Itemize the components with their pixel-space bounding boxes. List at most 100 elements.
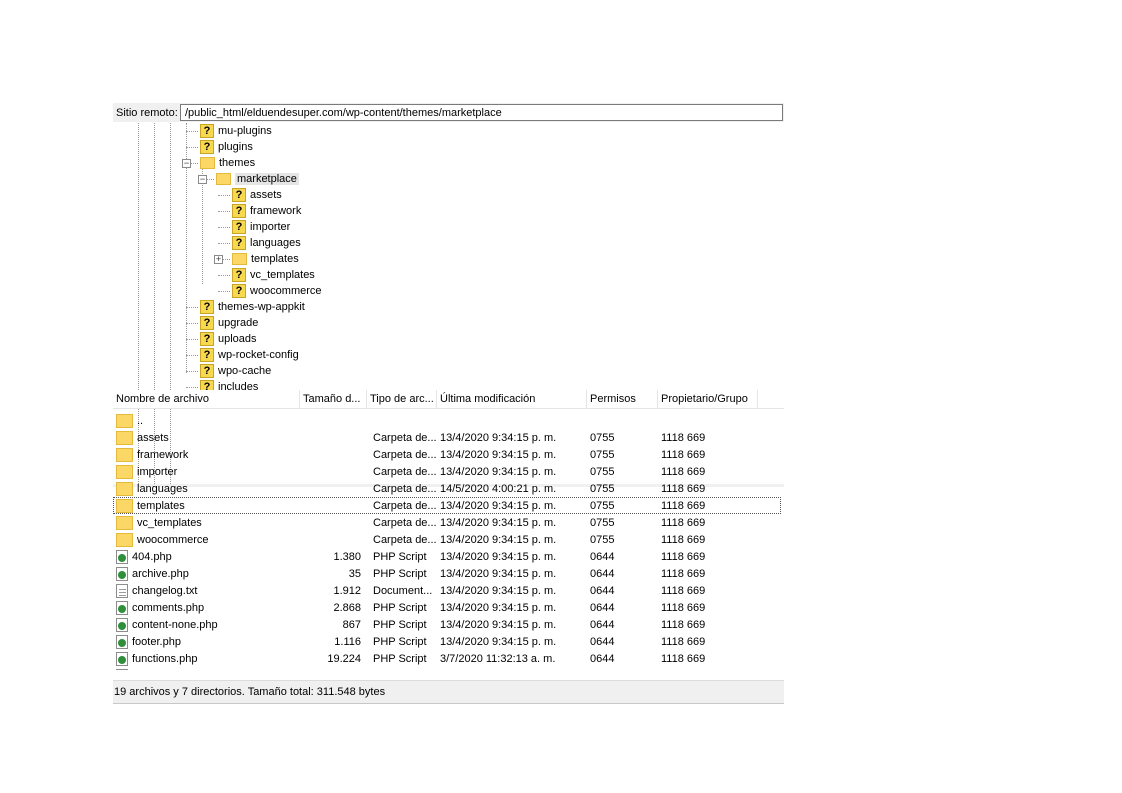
file-size: 1.116 (334, 635, 361, 648)
tree-item-wp-rocket-config[interactable]: ? wp-rocket-config (200, 347, 299, 363)
question-folder-icon: ? (232, 204, 246, 218)
file-modified: 13/4/2020 9:34:15 p. m. (440, 567, 557, 580)
tree-item-upgrade[interactable]: ? upgrade (200, 315, 258, 331)
file-owner: 1118 669 (661, 533, 706, 546)
php-file-icon (116, 566, 128, 581)
file-row-woocommerce[interactable]: woocommerce Carpeta de... 13/4/2020 9:34:1… (113, 531, 784, 548)
column-permissions-header[interactable]: Permisos (587, 390, 658, 408)
file-name: importer (137, 465, 178, 478)
column-size-header[interactable]: Tamaño d... (300, 390, 367, 408)
php-file-icon (116, 668, 128, 670)
file-row-footer-php[interactable]: footer.php 1.116 PHP Script 13/4/2020 9:34:… (113, 633, 784, 650)
file-owner: 1118 669 (661, 567, 706, 580)
file-list-rows: .. assets Carpeta de... 13/4/2020 9:34:15 p… (113, 412, 784, 670)
tree-item-assets[interactable]: ? assets (232, 187, 282, 203)
file-modified: 13/4/2020 9:34:15 p. m. (440, 601, 557, 614)
file-row-comments-php[interactable]: comments.php 2.868 PHP Script 13/4/2020 9:3… (113, 599, 784, 616)
file-permissions: 0644 (590, 618, 615, 631)
tree-item-label: themes (219, 157, 256, 169)
question-folder-icon: ? (200, 364, 214, 378)
file-modified: 13/4/2020 9:34:15 p. m. (440, 499, 557, 512)
file-modified: 14/5/2020 4:00:21 p. m. (440, 482, 557, 495)
remote-site-bar: Sitio remoto: /public_html/elduendesuper… (113, 103, 784, 122)
file-row-functions-php[interactable]: functions.php 19.224 PHP Script 3/7/2020 11… (113, 650, 784, 667)
file-owner: 1118 669 (661, 652, 706, 665)
php-file-icon (116, 634, 128, 649)
sort-ascending-icon: ^ (201, 390, 205, 393)
tree-expander-templates[interactable]: + (214, 255, 223, 264)
file-type: PHP Script (373, 550, 427, 563)
file-name-cell: .. (113, 413, 300, 428)
file-row-archive-php[interactable]: archive.php 35 PHP Script 13/4/2020 9:34:15… (113, 565, 784, 582)
question-folder-icon: ? (200, 348, 214, 362)
file-owner: 1118 669 (661, 431, 706, 444)
file-row-changelog-txt[interactable]: changelog.txt 1.912 Document... 13/4/2020 9… (113, 582, 784, 599)
tree-item-woocommerce[interactable]: ? woocommerce (232, 283, 322, 299)
tree-item-uploads[interactable]: ? uploads (200, 331, 257, 347)
file-modified: 13/4/2020 9:34:15 p. m. (440, 618, 557, 631)
tree-item-themes[interactable]: themes (200, 155, 255, 171)
file-row-vc-templates[interactable]: vc_templates Carpeta de... 13/4/2020 9:34:… (113, 514, 784, 531)
file-owner: 1118 669 (658, 670, 758, 671)
column-filename-header[interactable]: Nombre de archivo^ (113, 390, 300, 408)
folder-icon (116, 481, 133, 496)
file-name-cell: content-none.php (113, 617, 300, 632)
question-folder-icon: ? (200, 140, 214, 154)
tree-item-mu-plugins[interactable]: ? mu-plugins (200, 123, 272, 139)
folder-icon (116, 447, 133, 462)
tree-expander-themes[interactable]: − (182, 159, 191, 168)
file-modified: 13/4/2020 9:34:15 p. m. (440, 465, 557, 478)
file-type: PHP Script (373, 635, 427, 648)
file-row-header-php[interactable]: header.php 1.580PHP Script8/6/2020 8:39:0… (113, 667, 784, 670)
tree-item-vc-templates[interactable]: ? vc_templates (232, 267, 315, 283)
file-row-importer[interactable]: importer Carpeta de... 13/4/2020 9:34:15 p… (113, 463, 784, 480)
question-folder-icon: ? (232, 188, 246, 202)
file-owner: 1118 669 (661, 618, 706, 631)
php-file-icon (116, 617, 128, 632)
remote-site-label: Sitio remoto: (116, 106, 178, 119)
file-row-templates[interactable]: templates Carpeta de... 13/4/2020 9:34:15 … (113, 497, 781, 514)
file-row-content-none-php[interactable]: content-none.php 867 PHP Script 13/4/2020 9… (113, 616, 784, 633)
tree-item-languages[interactable]: ? languages (232, 235, 301, 251)
question-folder-icon: ? (232, 220, 246, 234)
file-name-cell: vc_templates (113, 515, 300, 530)
tree-expander-marketplace[interactable]: − (198, 175, 207, 184)
tree-item-framework[interactable]: ? framework (232, 203, 301, 219)
file-permissions: 0644 (590, 635, 615, 648)
file-modified: 8/6/2020 8:39:00 p. m. (437, 670, 587, 671)
column-modified-header[interactable]: Última modificación (437, 390, 587, 408)
file-type: PHP Script (373, 601, 427, 614)
file-size: 35 (348, 567, 361, 580)
file-owner: 1118 669 (661, 499, 706, 512)
file-name: languages (137, 482, 188, 495)
file-name-cell: assets (113, 430, 300, 445)
tree-item-importer[interactable]: ? importer (232, 219, 290, 235)
file-name-cell: header.php (113, 668, 300, 670)
file-name-cell: comments.php (113, 600, 300, 615)
file-owner: 1118 669 (661, 465, 706, 478)
file-owner: 1118 669 (661, 516, 706, 529)
tree-item-templates[interactable]: templates (232, 251, 299, 267)
file-row-languages[interactable]: languages Carpeta de... 14/5/2020 4:00:21 … (113, 480, 784, 497)
tree-item-marketplace[interactable]: marketplace (216, 171, 299, 187)
file-row-assets[interactable]: assets Carpeta de... 13/4/2020 9:34:15 p. … (113, 429, 784, 446)
column-type-header[interactable]: Tipo de arc... (367, 390, 437, 408)
file-name: changelog.txt (132, 584, 198, 597)
tree-item-wpo-cache[interactable]: ? wpo-cache (200, 363, 271, 379)
tree-item-plugins[interactable]: ? plugins (200, 139, 253, 155)
remote-path-input[interactable]: /public_html/elduendesuper.com/wp-conten… (180, 104, 783, 121)
file-type: Carpeta de... (373, 533, 437, 546)
tree-item-label: marketplace (235, 173, 299, 185)
file-type: Document... (373, 584, 433, 597)
file-type: Carpeta de... (373, 465, 437, 478)
column-modified-label: Última modificación (440, 393, 536, 405)
tree-item-themes-wp-appkit[interactable]: ? themes-wp-appkit (200, 299, 305, 315)
file-row-framework[interactable]: framework Carpeta de... 13/4/2020 9:34:15 … (113, 446, 784, 463)
file-row--[interactable]: .. (113, 412, 784, 429)
file-row-404-php[interactable]: 404.php 1.380 PHP Script 13/4/2020 9:34:15 … (113, 548, 784, 565)
question-folder-icon: ? (232, 268, 246, 282)
column-owner-header[interactable]: Propietario/Grupo (658, 390, 758, 408)
file-type: Carpeta de... (373, 516, 437, 529)
file-owner: 1118 669 (661, 584, 706, 597)
file-type: PHP Script (373, 567, 427, 580)
